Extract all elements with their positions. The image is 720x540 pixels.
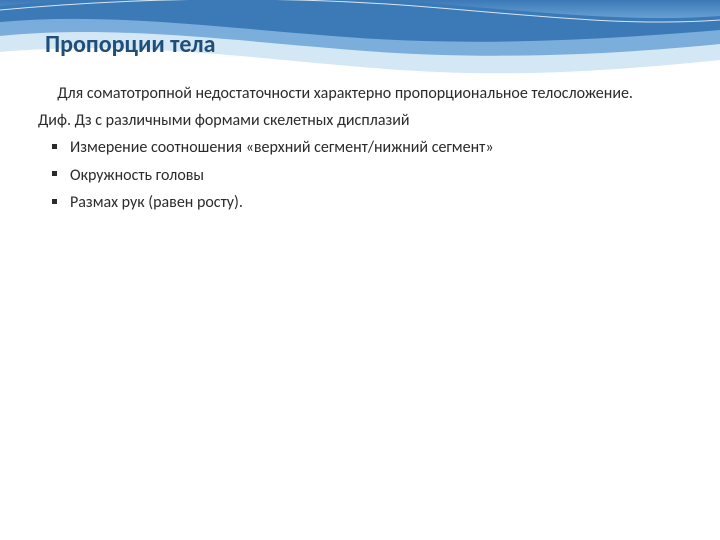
diff-dx-paragraph: Диф. Дз с различными формами скелетных д… xyxy=(38,109,680,132)
intro-paragraph: Для соматотропной недостаточности характ… xyxy=(38,82,680,105)
slide-body: Для соматотропной недостаточности характ… xyxy=(38,82,680,218)
list-item: Размах рук (равен росту). xyxy=(66,191,680,214)
list-item: Измерение соотношения «верхний сегмент/н… xyxy=(66,136,680,159)
list-item: Окружность головы xyxy=(66,164,680,187)
slide-title: Пропорции тела xyxy=(45,30,216,59)
bullet-list: Измерение соотношения «верхний сегмент/н… xyxy=(38,136,680,214)
slide: Пропорции тела Для соматотропной недоста… xyxy=(0,0,720,540)
